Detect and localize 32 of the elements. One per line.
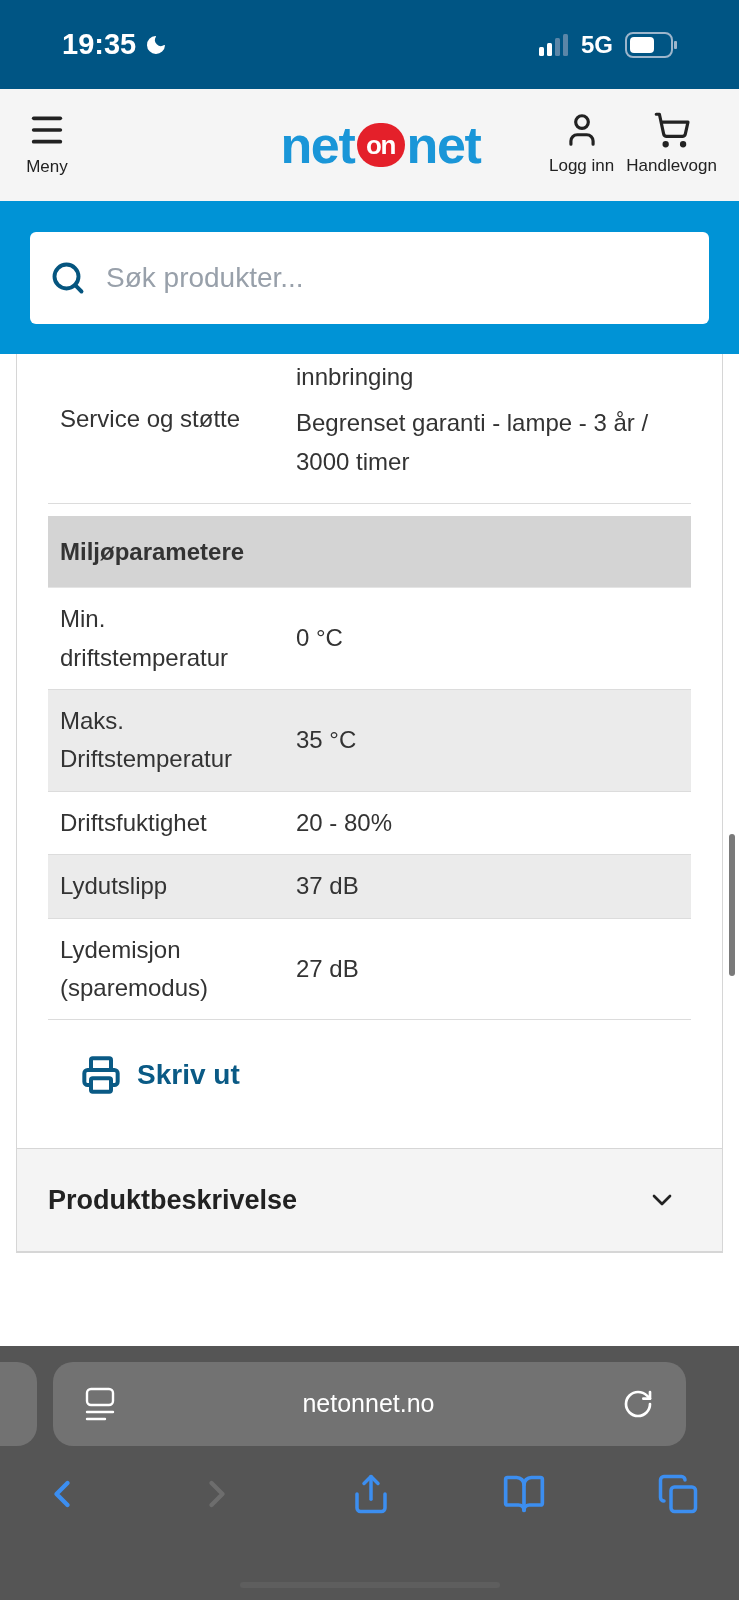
print-link[interactable]: Skriv ut [81,1054,240,1097]
spec-value: innbringing [296,362,415,392]
section-heading: Miljøparametere [60,536,245,567]
reload-icon [622,1388,654,1420]
spec-label: Maks. Driftstemperatur [59,705,234,775]
signal-icon [539,33,569,56]
battery-icon [625,31,677,58]
clock-time: 19:35 [62,26,137,62]
logo[interactable]: net on net [280,119,481,171]
reader-icon [85,1387,115,1421]
network-label: 5G [581,29,613,60]
previous-tab-pill[interactable] [0,1362,37,1446]
spec-value: Begrenset garanti - lampe - 3 år / 3000 timer [296,408,650,477]
printer-icon [81,1055,121,1096]
url-text: netonnet.no [302,1388,435,1420]
spec-value: 27 dB [296,953,360,984]
spec-label: Lydutslipp [59,871,169,902]
spec-label: Driftsfuktighet [59,807,208,838]
login-button[interactable]: Logg inn [549,111,615,179]
cart-icon [652,111,691,150]
spec-label: Service og støtte [59,404,242,435]
menu-button[interactable]: Meny [22,110,72,180]
spec-value: 37 dB [296,871,360,902]
spec-value: 20 - 80% [296,807,394,838]
tabs-icon[interactable] [657,1473,699,1515]
spec-label: Lydemisjon (sparemodus) [59,934,210,1003]
cart-button[interactable]: Handlevogn [626,111,717,179]
accordion-header[interactable]: Produktbeskrivelse [16,1149,723,1254]
spec-value: 35 °C [296,725,358,756]
address-bar[interactable]: netonnet.no [53,1362,686,1446]
spec-value: 0 °C [296,623,344,654]
spec-label: Min. driftstemperatur [59,604,230,673]
